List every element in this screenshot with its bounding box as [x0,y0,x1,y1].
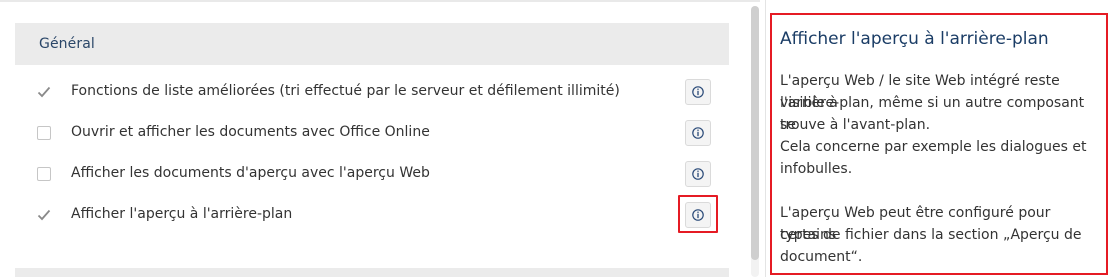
option-row-preview-background[interactable]: Afficher l'aperçu à l'arrière-plan [15,195,729,235]
info-circle-icon [692,127,704,139]
help-line: types de fichier dans la section „Aperçu… [780,227,1082,243]
section-header-general: Général [15,23,729,65]
checkbox-enhanced-list[interactable] [37,85,51,99]
next-section-header [15,268,729,277]
checkmark-icon [37,209,51,221]
option-row-web-preview[interactable]: Afficher les documents d'aperçu avec l'a… [15,154,729,194]
panel-divider [765,0,766,277]
help-line: document“. [780,249,863,265]
checkbox-preview-background[interactable] [37,208,51,222]
option-row-office-online[interactable]: Ouvrir et afficher les documents avec Of… [15,113,729,153]
help-panel: Afficher l'aperçu à l'arrière-plan L'ape… [770,13,1108,275]
option-row-enhanced-list[interactable]: Fonctions de liste améliorées (tri effec… [15,72,729,112]
info-circle-icon [692,86,704,98]
settings-panel: Général Fonctions de liste améliorées (t… [15,23,729,277]
help-line: trouve à l'avant-plan. [780,117,931,133]
checkbox-web-preview[interactable] [37,167,51,181]
option-label: Ouvrir et afficher les documents avec Of… [71,124,430,140]
scrollbar-thumb[interactable] [751,6,759,260]
option-label: Afficher l'aperçu à l'arrière-plan [71,206,293,222]
section-title: Général [39,36,95,52]
checkmark-icon [37,86,51,98]
info-button-web-preview[interactable] [685,161,711,187]
option-label: Afficher les documents d'aperçu avec l'a… [71,165,430,181]
info-button-office-online[interactable] [685,120,711,146]
option-label: Fonctions de liste améliorées (tri effec… [71,83,620,99]
info-circle-icon [692,209,704,221]
help-title: Afficher l'aperçu à l'arrière-plan [780,29,1049,49]
info-circle-icon [692,168,704,180]
help-line: Cela concerne par exemple les dialogues … [780,139,1087,155]
top-divider [0,0,760,2]
help-line: infobulles. [780,161,853,177]
info-button-enhanced-list[interactable] [685,79,711,105]
checkbox-office-online[interactable] [37,126,51,140]
info-button-preview-background[interactable] [678,195,718,233]
